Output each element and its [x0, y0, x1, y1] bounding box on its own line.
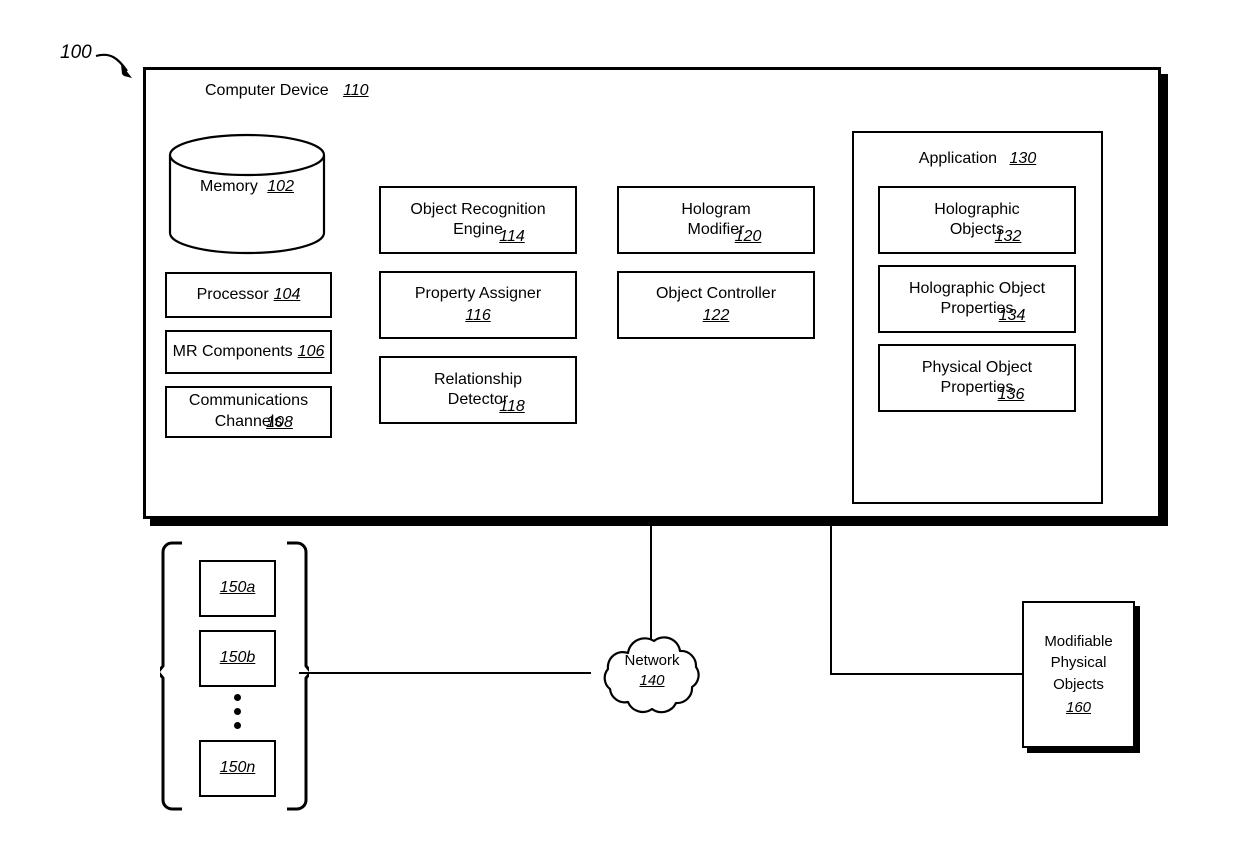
network-label: Network 140	[588, 651, 716, 692]
connector-device-to-objects-vertical	[830, 523, 832, 675]
connector-devices-to-network	[299, 672, 591, 674]
device-numeral-150b: 150b	[219, 649, 256, 667]
memory-label: Memory 102	[167, 178, 327, 196]
relationship-detector-label: Relationship Detector	[433, 370, 523, 408]
object-recognition-engine-label: Object Recognition Engine	[410, 200, 546, 238]
relationship-detector-box[interactable]: Relationship Detector	[379, 356, 577, 424]
memory-numeral: 102	[267, 178, 294, 195]
processor-label: Processor	[196, 285, 269, 303]
application-numeral: 130	[1009, 150, 1037, 167]
property-assigner-box[interactable]: Property Assigner 116	[379, 271, 577, 339]
object-controller-numeral: 122	[702, 307, 730, 324]
mr-components-numeral: 106	[297, 342, 325, 360]
application-title: Application 130	[852, 150, 1103, 168]
processor-box[interactable]: Processor 104	[165, 272, 332, 318]
device-numeral-150n: 150n	[219, 759, 256, 777]
physical-object-properties-box[interactable]: Physical Object Properties	[878, 344, 1076, 412]
left-brace-icon	[160, 541, 182, 811]
holographic-object-properties-box[interactable]: Holographic Object Properties	[878, 265, 1076, 333]
physical-object-properties-label: Physical Object Properties	[921, 358, 1033, 396]
mr-components-label: MR Components	[172, 342, 293, 360]
patent-figure-canvas: 100 Computer Device 110 Memory 102 Proce…	[0, 0, 1240, 858]
hologram-modifier-box[interactable]: Hologram Modifier	[617, 186, 815, 254]
memory-label-text: Memory	[200, 178, 258, 195]
device-box-150a[interactable]: 150a	[199, 560, 276, 617]
communications-channels-label: Communications Channels	[188, 392, 309, 430]
object-recognition-engine-box[interactable]: Object Recognition Engine	[379, 186, 577, 254]
connector-device-to-objects-horizontal	[830, 673, 1024, 675]
application-title-text: Application	[918, 150, 998, 167]
computer-device-title-text: Computer Device	[205, 82, 329, 99]
communications-channels-box[interactable]: Communications Channels	[165, 386, 332, 438]
holographic-object-properties-label: Holographic Object Properties	[908, 279, 1046, 317]
network-label-text: Network	[624, 652, 680, 669]
processor-numeral: 104	[273, 285, 301, 303]
device-box-150b[interactable]: 150b	[199, 630, 276, 687]
object-controller-box[interactable]: Object Controller 122	[617, 271, 815, 339]
vertical-ellipsis-icon	[234, 694, 241, 729]
computer-device-title: Computer Device 110	[205, 82, 465, 100]
right-brace-icon	[287, 541, 309, 811]
hologram-modifier-label: Hologram Modifier	[681, 200, 751, 238]
modifiable-physical-objects-box[interactable]: Modifiable Physical Objects 160	[1022, 601, 1135, 748]
holographic-objects-box[interactable]: Holographic Objects	[878, 186, 1076, 254]
property-assigner-numeral: 116	[465, 307, 491, 324]
figure-reference-numeral: 100	[60, 42, 92, 63]
mr-components-box[interactable]: MR Components 106	[165, 330, 332, 374]
holographic-objects-label: Holographic Objects	[934, 200, 1020, 238]
device-numeral-150a: 150a	[219, 579, 256, 597]
network-numeral: 140	[639, 672, 665, 690]
modifiable-physical-objects-label: Modifiable Physical Objects	[1044, 632, 1113, 694]
device-box-150n[interactable]: 150n	[199, 740, 276, 797]
curved-arrow-icon	[95, 53, 132, 78]
property-assigner-label: Property Assigner	[414, 284, 542, 302]
computer-device-numeral: 110	[343, 82, 369, 99]
modifiable-physical-objects-numeral: 160	[1065, 698, 1092, 716]
object-controller-label: Object Controller	[655, 284, 777, 302]
